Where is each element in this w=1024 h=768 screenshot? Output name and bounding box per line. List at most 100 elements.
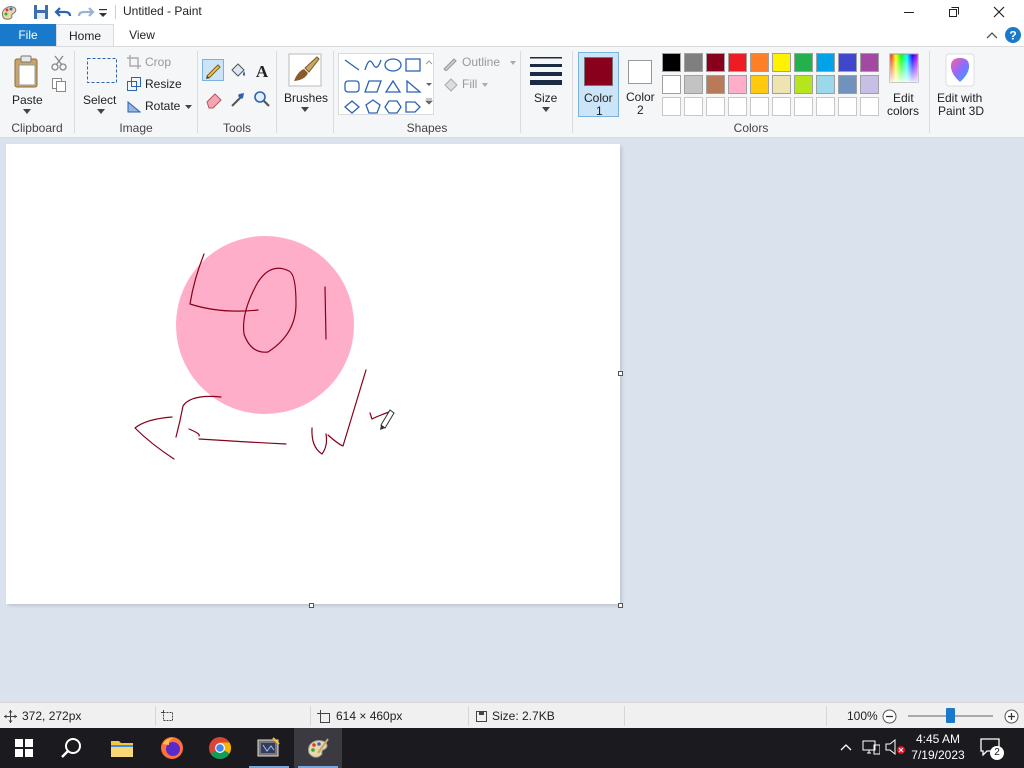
color-picker-icon[interactable] (228, 89, 248, 109)
palette-color-swatch[interactable] (772, 75, 791, 94)
edit-with-paint3d-button[interactable]: Edit with Paint 3D (930, 47, 990, 137)
paint-taskbar-button[interactable] (294, 728, 342, 768)
taskbar: 4:45 AM 7/19/2023 2 (0, 728, 1024, 768)
palette-color-swatch[interactable] (838, 75, 857, 94)
zoom-slider-thumb[interactable] (946, 708, 955, 723)
system-clock[interactable]: 4:45 AM 7/19/2023 (910, 731, 966, 763)
palette-custom-slot[interactable] (838, 97, 857, 116)
palette-custom-slot[interactable] (728, 97, 747, 116)
restore-icon (949, 7, 959, 17)
palette-color-swatch[interactable] (728, 75, 747, 94)
outline-icon (443, 58, 457, 71)
palette-custom-slot[interactable] (860, 97, 879, 116)
text-tool-icon[interactable]: A (252, 61, 272, 81)
color2-button[interactable]: Color 2 (622, 52, 660, 117)
search-icon (61, 738, 81, 758)
palette-color-swatch[interactable] (860, 75, 879, 94)
eraser-icon[interactable] (204, 89, 224, 109)
zoom-in-icon[interactable] (1004, 709, 1019, 724)
palette-color-swatch[interactable] (728, 53, 747, 72)
palette-color-swatch[interactable] (772, 53, 791, 72)
help-icon[interactable]: ? (1004, 26, 1022, 44)
chrome-button[interactable] (196, 728, 244, 768)
notifications-button[interactable]: 2 (976, 736, 1006, 760)
network-icon[interactable] (862, 739, 880, 755)
palette-custom-slot[interactable] (750, 97, 769, 116)
palette-color-swatch[interactable] (750, 53, 769, 72)
paint3d-icon (945, 53, 975, 87)
zoom-out-icon[interactable] (882, 709, 897, 724)
color-palette (662, 53, 884, 119)
media-app-button[interactable] (245, 728, 293, 768)
save-icon[interactable] (32, 3, 50, 21)
resize-button[interactable]: Resize (127, 76, 187, 94)
palette-color-swatch[interactable] (816, 53, 835, 72)
palette-color-swatch[interactable] (684, 53, 703, 72)
tab-file[interactable]: File (0, 24, 56, 46)
size-button[interactable]: Size (521, 47, 571, 137)
tab-home[interactable]: Home (56, 24, 114, 46)
palette-color-swatch[interactable] (816, 75, 835, 94)
palette-color-swatch[interactable] (706, 53, 725, 72)
resize-handle-corner[interactable] (618, 603, 623, 608)
copy-icon[interactable] (51, 77, 67, 93)
firefox-button[interactable] (148, 728, 196, 768)
svg-text:?: ? (1009, 29, 1016, 43)
show-hidden-icons-chevron-icon[interactable] (840, 742, 852, 752)
palette-color-swatch[interactable] (662, 53, 681, 72)
drawing-content (134, 236, 395, 460)
palette-color-swatch[interactable] (794, 75, 813, 94)
volume-muted-icon[interactable] (885, 739, 907, 755)
resize-handle-bottom[interactable] (309, 603, 314, 608)
palette-color-swatch[interactable] (684, 75, 703, 94)
palette-color-swatch[interactable] (750, 75, 769, 94)
resize-handle-right[interactable] (618, 371, 623, 376)
color1-button[interactable]: Color 1 (578, 52, 619, 118)
folder-icon (111, 741, 133, 757)
palette-custom-slot[interactable] (662, 97, 681, 116)
gallery-scroll-icon[interactable] (425, 59, 433, 107)
shapes-gallery-icons (344, 58, 422, 114)
palette-color-swatch[interactable] (706, 75, 725, 94)
close-button[interactable] (976, 0, 1022, 24)
collapse-ribbon-icon[interactable] (986, 30, 998, 40)
rotate-button[interactable]: Rotate (127, 98, 195, 116)
file-explorer-button[interactable] (98, 728, 146, 768)
palette-custom-slot[interactable] (684, 97, 703, 116)
shapes-group-label: Shapes (406, 121, 448, 135)
paste-icon (14, 55, 38, 88)
magnifier-icon[interactable] (252, 89, 272, 109)
cut-icon[interactable] (51, 55, 67, 71)
brushes-group[interactable]: Brushes (277, 47, 333, 137)
outline-button[interactable]: Outline (442, 54, 518, 72)
palette-color-swatch[interactable] (838, 53, 857, 72)
tools-group-label: Tools (222, 121, 251, 135)
palette-color-swatch[interactable] (662, 75, 681, 94)
palette-custom-slot[interactable] (772, 97, 791, 116)
start-button[interactable] (0, 728, 48, 768)
minimize-button[interactable] (886, 0, 932, 24)
drawing-canvas[interactable] (6, 144, 620, 604)
crop-button[interactable]: Crop (127, 54, 187, 72)
tab-view[interactable]: View (114, 24, 170, 46)
palette-custom-slot[interactable] (794, 97, 813, 116)
redo-icon[interactable] (77, 3, 95, 21)
select-icon (87, 58, 117, 83)
shapes-gallery[interactable] (338, 53, 434, 115)
edit-colors-button[interactable]: Edit colors (884, 51, 924, 118)
fill-bucket-icon[interactable] (228, 61, 248, 81)
palette-color-swatch[interactable] (860, 53, 879, 72)
pencil-tool[interactable] (202, 59, 224, 81)
fill-button[interactable]: Fill (442, 76, 518, 94)
select-button[interactable]: Select (82, 51, 120, 115)
customize-quick-access-icon[interactable] (96, 3, 110, 21)
paste-button[interactable]: Paste (6, 51, 48, 115)
search-button[interactable] (48, 728, 96, 768)
paint-app-icon (1, 6, 17, 20)
color1-swatch (584, 57, 613, 86)
undo-icon[interactable] (54, 3, 72, 21)
palette-color-swatch[interactable] (794, 53, 813, 72)
palette-custom-slot[interactable] (816, 97, 835, 116)
palette-custom-slot[interactable] (706, 97, 725, 116)
maximize-button[interactable] (931, 0, 977, 24)
